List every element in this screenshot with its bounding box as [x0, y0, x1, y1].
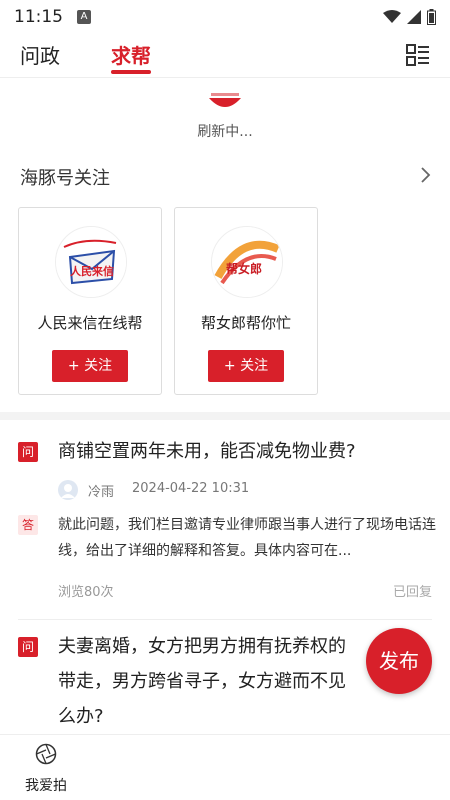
avatar: [58, 480, 78, 500]
top-tab-bar: 问政 求帮: [0, 34, 450, 78]
battery-icon: [427, 9, 436, 25]
user-icon: [61, 484, 75, 498]
follow-button[interactable]: + 关注: [208, 350, 284, 382]
camera-shutter-icon: [35, 743, 57, 765]
question-title-line[interactable]: 夫妻离婚，女方把男方拥有抚养权的: [58, 631, 346, 663]
question-badge: 问: [18, 442, 38, 462]
bangnvlang-logo-icon: 帮女郎: [212, 227, 282, 297]
question-title[interactable]: 商铺空置两年未用，能否减免物业费?: [58, 436, 356, 468]
status-time: 11:15: [14, 7, 63, 27]
account-card-renmin[interactable]: 人民来信 人民来信在线帮 + 关注: [18, 207, 162, 395]
account-name: 人民来信在线帮: [37, 314, 143, 332]
reply-status: 已回复: [392, 585, 432, 600]
item-separator: [18, 619, 432, 620]
follow-button[interactable]: + 关注: [52, 350, 128, 382]
grid-list-icon[interactable]: [406, 44, 430, 66]
notification-app-icon: A: [77, 10, 91, 24]
question-badge: 问: [18, 637, 38, 657]
question-user: 冷雨: [88, 485, 115, 500]
tab-wenzheng[interactable]: 问政: [20, 40, 60, 69]
bottom-nav-item-woaipai[interactable]: 我爱拍: [16, 743, 76, 795]
status-icons: [383, 9, 436, 25]
envelope-logo-icon: 人民来信: [56, 227, 126, 297]
section-title: 海豚号关注: [20, 168, 110, 189]
answer-badge: 答: [18, 515, 38, 535]
section-divider: [0, 412, 450, 420]
bottom-nav-label: 我爱拍: [25, 778, 67, 794]
answer-text: 就此问题，我们栏目邀请专业律师跟当事人进行了现场电话连线，给出了详细的解释和答复…: [58, 517, 436, 559]
publish-button[interactable]: 发布: [366, 628, 432, 694]
renmin-laixin-logo: 人民来信: [55, 226, 127, 298]
logo-text: 人民来信: [70, 264, 114, 278]
bottom-nav: 我爱拍: [0, 734, 450, 800]
refresh-status-text: 刷新中...: [197, 124, 253, 140]
question-title-line[interactable]: 么办?: [58, 701, 104, 733]
view-count: 浏览80次: [58, 585, 114, 600]
chevron-right-icon[interactable]: [418, 166, 432, 184]
cellular-signal-icon: [407, 10, 421, 24]
status-bar: 11:15 A: [0, 0, 450, 34]
active-tab-indicator: [111, 70, 151, 74]
account-card-bangnvlang[interactable]: 帮女郎 帮女郎帮你忙 + 关注: [174, 207, 318, 395]
account-name: 帮女郎帮你忙: [200, 314, 291, 332]
wifi-icon: [383, 10, 401, 23]
tab-qiubang[interactable]: 求帮: [111, 40, 151, 69]
question-time: 2024-04-22 10:31: [132, 481, 250, 496]
logo-text: 帮女郎: [226, 261, 262, 276]
question-title-line[interactable]: 带走，男方跨省寻子，女方避而不见: [58, 666, 346, 698]
refresh-logo-icon: [209, 93, 241, 107]
page: { "status_bar": { "time": "11:15", "app_…: [0, 0, 450, 800]
bangnvlang-logo: 帮女郎: [211, 226, 283, 298]
